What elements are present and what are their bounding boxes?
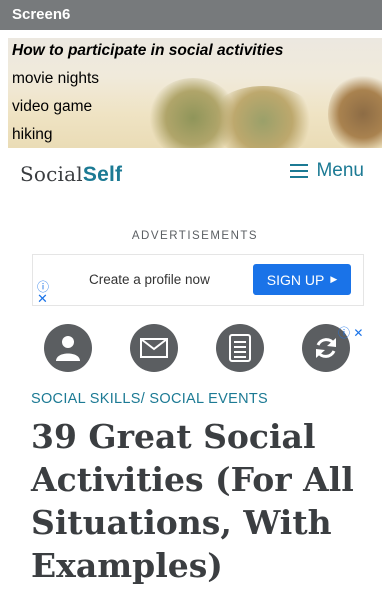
share-document-button[interactable] bbox=[216, 324, 264, 372]
web-view: SocialSelf Menu ADVERTISEMENTS ⓘ ✕ Creat… bbox=[8, 150, 382, 592]
document-icon bbox=[229, 334, 251, 362]
mail-icon bbox=[140, 338, 168, 358]
menu-button[interactable]: Menu bbox=[290, 160, 364, 182]
share-email-button[interactable] bbox=[130, 324, 178, 372]
tree-foliage bbox=[208, 86, 318, 148]
logo-text: Social bbox=[20, 162, 83, 186]
hero-line: movie nights bbox=[12, 70, 100, 87]
play-triangle-icon: ▶ bbox=[330, 274, 338, 284]
sign-up-label: SIGN UP bbox=[266, 271, 325, 288]
article-title: 39 Great Social Activities (For All Situ… bbox=[31, 417, 354, 585]
tree-foliage bbox=[328, 74, 382, 148]
hero-heading: How to participate in social activities bbox=[12, 42, 284, 59]
user-icon bbox=[56, 336, 80, 361]
sign-up-button[interactable]: SIGN UP ▶ bbox=[253, 264, 351, 295]
ads-label: ADVERTISEMENTS bbox=[131, 230, 259, 242]
share-profile-button[interactable] bbox=[44, 324, 92, 372]
hero-line: hiking bbox=[12, 126, 53, 143]
ad-text: Create a profile now bbox=[89, 272, 210, 287]
hamburger-icon bbox=[290, 160, 309, 182]
menu-label: Menu bbox=[316, 160, 364, 181]
ad-banner[interactable]: ⓘ ✕ Create a profile now SIGN UP ▶ bbox=[32, 254, 364, 306]
hero-line: video game bbox=[12, 98, 93, 115]
site-logo[interactable]: SocialSelf bbox=[20, 162, 122, 187]
article-categories[interactable]: SOCIAL SKILLS/ SOCIAL EVENTS bbox=[31, 391, 268, 407]
ad-close-icon[interactable]: ✕ bbox=[37, 291, 48, 307]
ad-choice-icon[interactable]: ⓘ ✕ bbox=[338, 324, 363, 341]
refresh-icon bbox=[316, 338, 336, 358]
logo-text-accent: Self bbox=[82, 163, 123, 186]
hero-banner: How to participate in social activities … bbox=[8, 38, 382, 148]
app-title: Screen6 bbox=[12, 6, 71, 23]
title-bar: Screen6 bbox=[0, 0, 382, 30]
